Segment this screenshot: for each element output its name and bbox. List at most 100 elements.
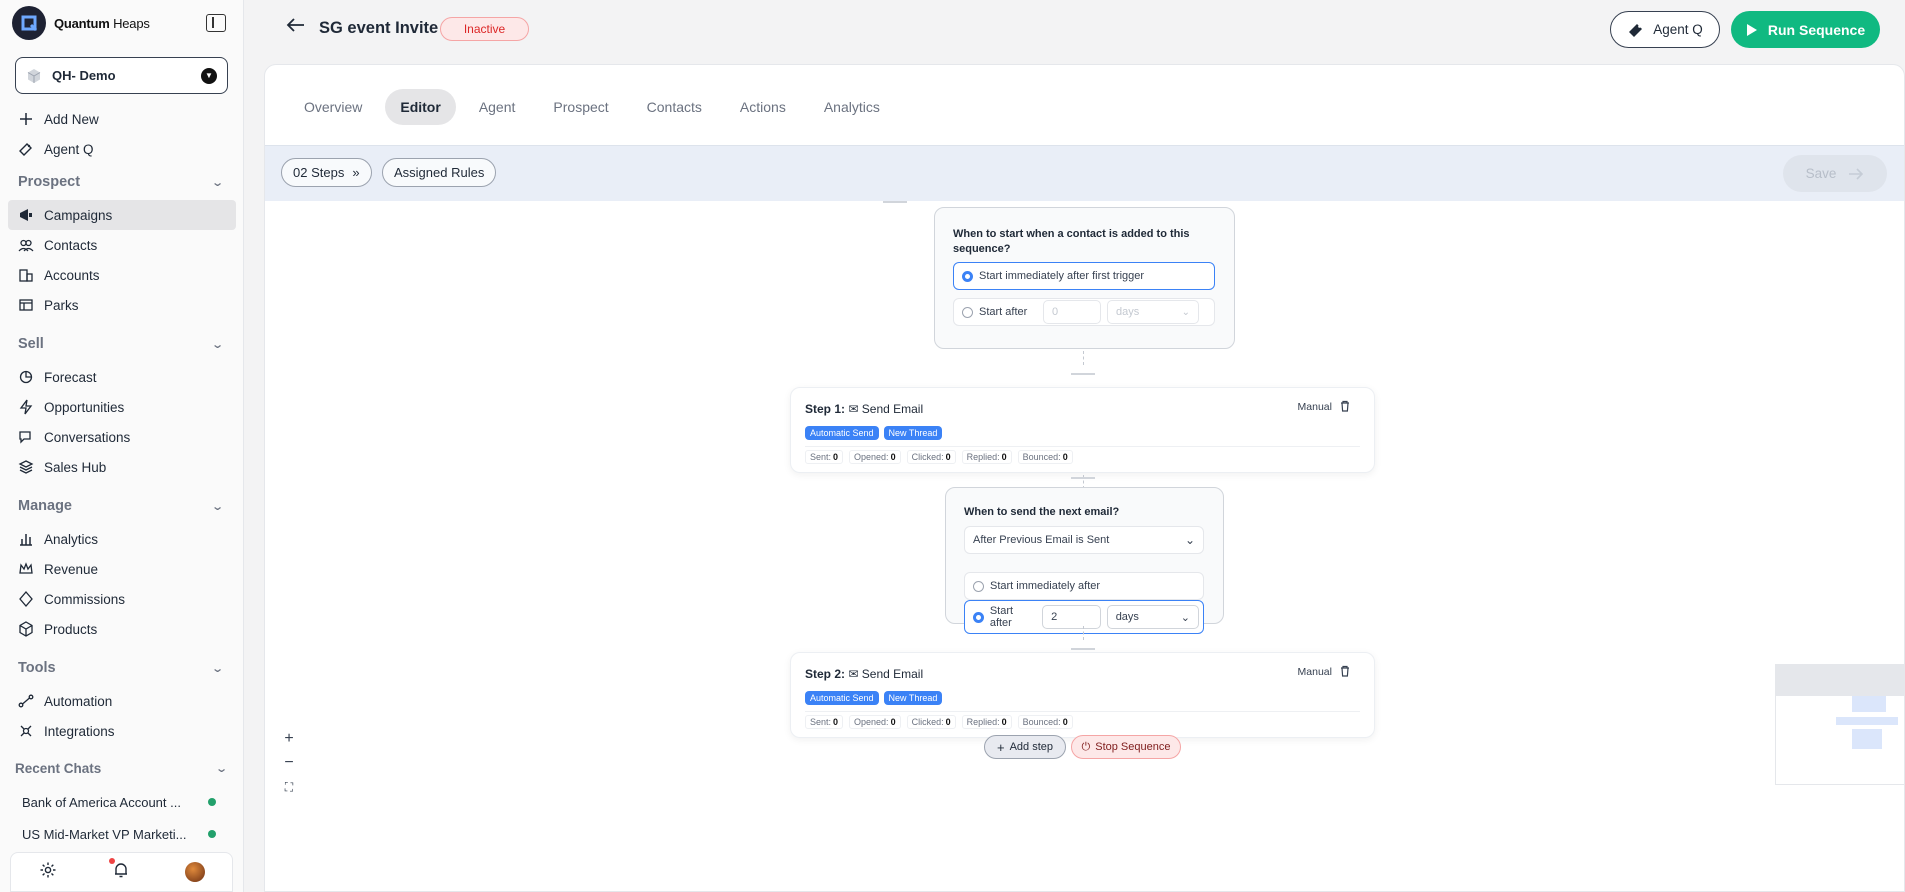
add-step-label: Add step (1009, 741, 1053, 753)
tab-prospect[interactable]: Prospect (538, 89, 623, 125)
sidebar-item-analytics[interactable]: Analytics (0, 524, 244, 554)
recent-chat-item[interactable]: US Mid-Market VP Marketi... (0, 818, 244, 850)
agent-q-label: Agent Q (1653, 22, 1703, 37)
stat-sent: Sent: 0 (805, 715, 844, 729)
divider (805, 711, 1360, 712)
bar-chart-icon (18, 531, 34, 547)
add-step-button[interactable]: + Add step (984, 735, 1066, 759)
steps-label: 02 Steps (293, 165, 345, 180)
agent-q-button[interactable]: Agent Q (1610, 11, 1720, 48)
divider (805, 446, 1360, 447)
flow-canvas[interactable]: When to start when a contact is added to… (265, 201, 1904, 891)
sidebar-item-label: Opportunities (44, 399, 125, 415)
recent-chat-item[interactable]: Bank of America Account ... (0, 786, 244, 818)
stop-sequence-button[interactable]: ⏻ Stop Sequence (1071, 735, 1181, 759)
avatar[interactable] (184, 862, 205, 882)
minimap-viewport (1776, 665, 1904, 696)
sidebar-item-contacts[interactable]: Contacts (0, 230, 244, 260)
bolt-icon (18, 399, 34, 415)
section-recent-chats[interactable]: Recent Chats ⌄ (0, 750, 244, 786)
delay-trigger-select[interactable]: After Previous Email is Sent ⌄ (964, 526, 1204, 554)
steps-button[interactable]: 02 Steps » (281, 158, 372, 187)
sidebar-item-campaigns[interactable]: Campaigns (8, 200, 236, 230)
tab-contacts[interactable]: Contacts (632, 89, 717, 125)
cube-icon (27, 68, 41, 83)
section-label: Tools (18, 660, 56, 676)
option-start-immediately-after[interactable]: Start immediately after (964, 572, 1204, 600)
tab-actions[interactable]: Actions (725, 89, 801, 125)
delay-value-input[interactable]: 0 (1043, 300, 1101, 324)
assigned-rules-button[interactable]: Assigned Rules (382, 158, 497, 187)
building-icon (18, 267, 34, 283)
sidebar-item-add-new[interactable]: Add New (0, 104, 244, 134)
delay-trigger-value: After Previous Email is Sent (973, 534, 1110, 546)
sidebar-item-parks[interactable]: Parks (0, 290, 244, 320)
section-prospect[interactable]: Prospect ⌄ (0, 164, 244, 200)
tag-automatic-send: Automatic Send (805, 426, 879, 440)
tab-overview[interactable]: Overview (289, 89, 377, 125)
sidebar-collapse-icon[interactable] (206, 14, 226, 32)
minimap-node (1852, 729, 1882, 749)
section-tools[interactable]: Tools ⌄ (0, 650, 244, 686)
bell-icon[interactable] (108, 857, 130, 884)
mail-icon: ✉ (848, 667, 859, 681)
zoom-in-icon[interactable]: + (279, 729, 299, 749)
option-start-after[interactable]: Start after 2 days ⌄ (964, 600, 1204, 634)
notification-dot (108, 857, 115, 864)
sidebar-item-conversations[interactable]: Conversations (0, 422, 244, 452)
sidebar-item-revenue[interactable]: Revenue (0, 554, 244, 584)
chevron-down-icon: ⌄ (210, 176, 224, 189)
delay-unit-select[interactable]: days ⌄ (1106, 605, 1199, 629)
chevron-down-icon: ⌄ (1181, 306, 1190, 318)
gear-icon[interactable] (39, 861, 57, 884)
agent-icon (18, 141, 34, 157)
delay-value-input[interactable]: 2 (1042, 605, 1101, 629)
fit-view-icon[interactable]: ⛶ (279, 777, 299, 797)
back-arrow-icon[interactable] (286, 16, 306, 39)
trash-icon[interactable] (1340, 665, 1350, 680)
step-card[interactable]: Step 1: ✉ Send Email Manual Automatic Se… (790, 387, 1375, 473)
trash-icon[interactable] (1340, 400, 1350, 415)
tab-analytics[interactable]: Analytics (809, 89, 895, 125)
sidebar-item-label: Revenue (44, 561, 99, 577)
zoom-out-icon[interactable]: − (279, 753, 299, 773)
sidebar-item-sales-hub[interactable]: Sales Hub (0, 452, 244, 482)
minimap[interactable] (1775, 664, 1904, 785)
status-badge: Inactive (440, 17, 529, 41)
sidebar-item-products[interactable]: Products (0, 614, 244, 644)
sidebar-item-integrations[interactable]: Integrations (0, 716, 244, 746)
chevron-down-icon: ⌄ (1180, 611, 1190, 624)
sidebar-item-label: Contacts (44, 237, 98, 253)
sidebar-item-label: Forecast (44, 369, 97, 385)
workspace-select[interactable]: QH- Demo ▼ (15, 57, 228, 94)
forecast-icon (18, 369, 34, 385)
brand-logo[interactable]: Quantum Heaps (12, 6, 150, 40)
chevron-down-icon: ⌄ (210, 662, 224, 675)
double-chevron-right-icon: » (352, 165, 360, 180)
stat-replied: Replied: 0 (961, 715, 1012, 729)
sidebar-item-commissions[interactable]: Commissions (0, 584, 244, 614)
tag-new-thread: New Thread (883, 426, 943, 440)
sidebar: Quantum Heaps QH- Demo ▼ Add New Agent Q… (0, 0, 244, 892)
tab-editor[interactable]: Editor (385, 89, 456, 125)
sidebar-item-automation[interactable]: Automation (0, 686, 244, 716)
step-card[interactable]: Step 2: ✉ Send Email Manual Automatic Se… (790, 652, 1375, 738)
connector (1071, 373, 1095, 375)
section-sell[interactable]: Sell ⌄ (0, 326, 244, 362)
sidebar-item-accounts[interactable]: Accounts (0, 260, 244, 290)
option-start-immediately[interactable]: Start immediately after first trigger (953, 262, 1215, 290)
save-button[interactable]: Save (1783, 155, 1887, 192)
sidebar-item-forecast[interactable]: Forecast (0, 362, 244, 392)
option-start-after[interactable]: Start after 0 days ⌄ (953, 298, 1215, 326)
sidebar-item-agent-q[interactable]: Agent Q (0, 134, 244, 164)
section-manage[interactable]: Manage ⌄ (0, 488, 244, 524)
chevron-down-icon: ⌄ (214, 762, 228, 775)
sidebar-item-opportunities[interactable]: Opportunities (0, 392, 244, 422)
chevron-down-icon: ⌄ (210, 500, 224, 513)
minimap-node (1836, 717, 1898, 725)
section-label: Sell (18, 336, 44, 352)
tab-agent[interactable]: Agent (464, 89, 531, 125)
delay-unit-select[interactable]: days ⌄ (1107, 300, 1199, 324)
stat-clicked: Clicked: 0 (906, 450, 956, 464)
run-sequence-button[interactable]: Run Sequence (1731, 11, 1880, 48)
